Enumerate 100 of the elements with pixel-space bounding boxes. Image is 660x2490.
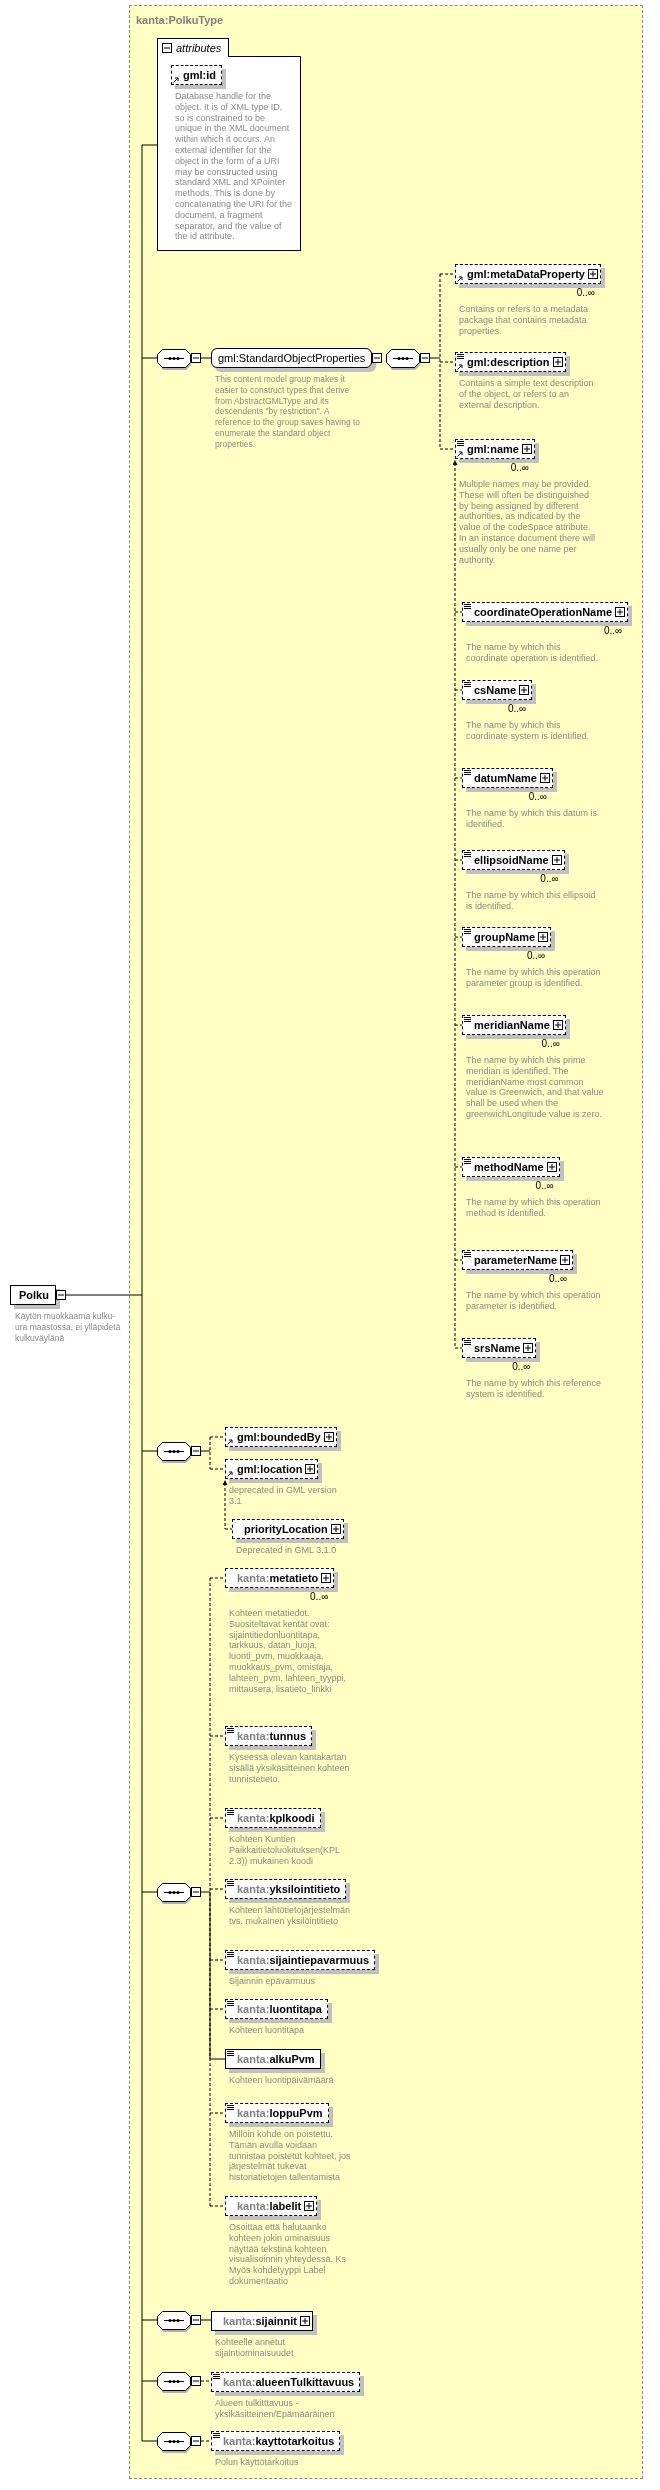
element-name: kanta:yksilointitieto	[237, 1881, 341, 1897]
collapse-button[interactable]	[372, 353, 383, 363]
expand-button[interactable]	[539, 773, 550, 783]
attributes-tab[interactable]: attributes	[157, 38, 229, 57]
description: Kyseessä olevan kantakartan sisällä yksikäsitteinen kohteen tunnistetieto.	[229, 1752, 351, 1785]
plus-icon	[323, 1575, 330, 1581]
expand-button[interactable]	[330, 1524, 341, 1534]
expand-button[interactable]	[615, 607, 626, 617]
expand-button[interactable]	[321, 1573, 332, 1583]
minus-icon	[193, 1448, 199, 1454]
description: Database handle for the object. It is of XML type ID, so is constrained to be unique in the XML document within which it occurs. An external identifier for the object in the form of a URI may be constructed using standard XML and XPointer methods. This is done by concatenating the URI for the document, a fragment separator, and the value of the id attribute.	[175, 91, 293, 243]
plus-icon	[562, 1257, 569, 1263]
element-name: datumName	[474, 770, 537, 786]
occurrence-label: 0..∞	[528, 792, 548, 802]
plus-icon	[554, 1022, 561, 1028]
expand-button[interactable]	[304, 2201, 315, 2211]
expand-button[interactable]	[305, 1464, 316, 1474]
plus-icon	[553, 857, 560, 863]
description: The name by which this ellipsoid is identified.	[466, 890, 597, 912]
description: Osoittaa että halutaanko kohteen jokin ominaisuus näyttää tekstinä kohteen visualisoinnin yhteydessä. Ks Myös kohdetyyppi Label dokumentaatio	[229, 2222, 348, 2287]
occurrence-label: 0..∞	[603, 626, 624, 636]
description: The name by which this coordinate operation is identified.	[466, 642, 600, 664]
description: Kohteen lähtötietojärjestelmän tvs. mukainen yksilöintitieto	[229, 1905, 351, 1927]
minus-icon	[193, 355, 199, 361]
description: Kohteen metatiedot. Suositeltavat kentät ovat: sijaintitiedonluontitapa, tarkkuus, datan_luoja, luonti_pvm, muokkaaja, muokkaus_pvm, omistaja, lahteen_pvm, lahteen_tyyppi, mittausera, lisatieto_linkki	[229, 1608, 348, 1695]
element-name: kanta:kayttotarkoitus	[223, 2433, 335, 2449]
element-name: coordinateOperationName	[474, 604, 613, 620]
plus-icon	[525, 1345, 532, 1351]
description: The name by which this datum is identified.	[466, 808, 599, 830]
collapse-button[interactable]	[191, 2436, 201, 2446]
occurrence-label: 0..∞	[540, 874, 560, 884]
description: Kohteen luontitapa	[229, 2025, 306, 2036]
element-name: methodName	[474, 1159, 544, 1175]
collapse-button[interactable]	[191, 2315, 201, 2325]
occurrence-label: 0..∞	[526, 951, 547, 961]
description: The name by which this reference system is identified.	[466, 1378, 603, 1400]
expand-button[interactable]	[521, 444, 532, 454]
description: Kohteen luontipäivämäärä	[229, 2075, 335, 2086]
element-name: ellipsoidName	[474, 852, 549, 868]
plus-icon	[301, 2318, 308, 2324]
expand-button[interactable]	[546, 1162, 557, 1172]
expand-button[interactable]	[519, 685, 530, 695]
element-name: srsName	[474, 1340, 521, 1356]
type-name: kanta:PolkuType	[136, 13, 224, 28]
expand-button[interactable]	[299, 2316, 310, 2326]
minus-icon	[422, 355, 428, 361]
plus-icon	[541, 775, 548, 781]
element-name: gml:name	[467, 441, 519, 457]
plus-icon	[523, 446, 530, 452]
plus-icon	[307, 1466, 314, 1472]
collapse-button[interactable]	[191, 353, 201, 363]
description: Kohteelle annetut sijaintiominaisuudet	[215, 2337, 295, 2359]
element-name: kanta:sijainnit	[223, 2313, 297, 2329]
description: Kohteen Kuntien Paikkaitietoluokituksen(KPL 2.3)) mukainen koodi	[229, 1834, 341, 1867]
collapse-button[interactable]	[162, 43, 172, 53]
element-name: kanta:labelit	[237, 2198, 302, 2214]
expand-button[interactable]	[323, 1432, 334, 1442]
collapse-button[interactable]	[55, 1290, 66, 1300]
occurrence-label: 0..∞	[541, 1039, 561, 1049]
element-name: meridianName	[474, 1017, 550, 1033]
element-name: priorityLocation	[244, 1521, 328, 1537]
collapse-button[interactable]	[420, 353, 430, 363]
expand-button[interactable]	[552, 357, 563, 367]
description: deprecated in GML version 3.1	[229, 1485, 338, 1507]
occurrence-label: 0..∞	[512, 1362, 532, 1372]
description: The name by which this operation parameter is identified.	[466, 1290, 602, 1312]
minus-icon	[193, 2438, 199, 2444]
element-name: groupName	[474, 929, 536, 945]
collapse-button[interactable]	[191, 1446, 201, 1456]
element-name: gml:location	[237, 1461, 303, 1477]
description: The name by which this coordinate system is identified.	[466, 720, 591, 742]
element-name: kanta:loppuPvm	[237, 2105, 323, 2121]
plus-icon	[540, 934, 547, 940]
element-name: kanta:luontitapa	[237, 2001, 322, 2017]
element-name: parameterName	[474, 1252, 558, 1268]
collapse-button[interactable]	[191, 2376, 201, 2386]
description: This content model group makes it easier to construct types that derive from AbstractGMLType and its descendents "by restriction". A reference to the group saves having to enumerate the standard object properties.	[215, 374, 362, 450]
minus-icon	[164, 45, 170, 51]
connector-line	[200, 2380, 212, 2382]
collapse-button[interactable]	[191, 1887, 201, 1897]
expand-button[interactable]	[588, 269, 598, 279]
description: The name by which this operation parameter group is identified.	[466, 967, 602, 989]
expand-button[interactable]	[560, 1255, 571, 1265]
element-name: kanta:metatieto	[237, 1570, 319, 1586]
minus-icon	[193, 2317, 199, 2323]
minus-icon	[193, 1889, 199, 1895]
description: Contains a simple text description of the object, or refers to an external description.	[459, 378, 595, 411]
expand-button[interactable]	[523, 1343, 534, 1353]
plus-icon	[306, 2203, 313, 2209]
element-name: csName	[474, 682, 517, 698]
expand-button[interactable]	[552, 1020, 563, 1030]
plus-icon	[590, 271, 596, 277]
occurrence-label: 0..∞	[510, 463, 530, 473]
tab-label: attributes	[176, 40, 222, 56]
element-name: gml:description	[467, 354, 550, 370]
element-name: kanta:sijaintiepavarmuus	[237, 1952, 370, 1968]
expand-button[interactable]	[538, 932, 549, 942]
expand-button[interactable]	[551, 855, 562, 865]
element-name: kanta:alueenTulkittavuus	[223, 2374, 355, 2390]
plus-icon	[617, 609, 624, 615]
